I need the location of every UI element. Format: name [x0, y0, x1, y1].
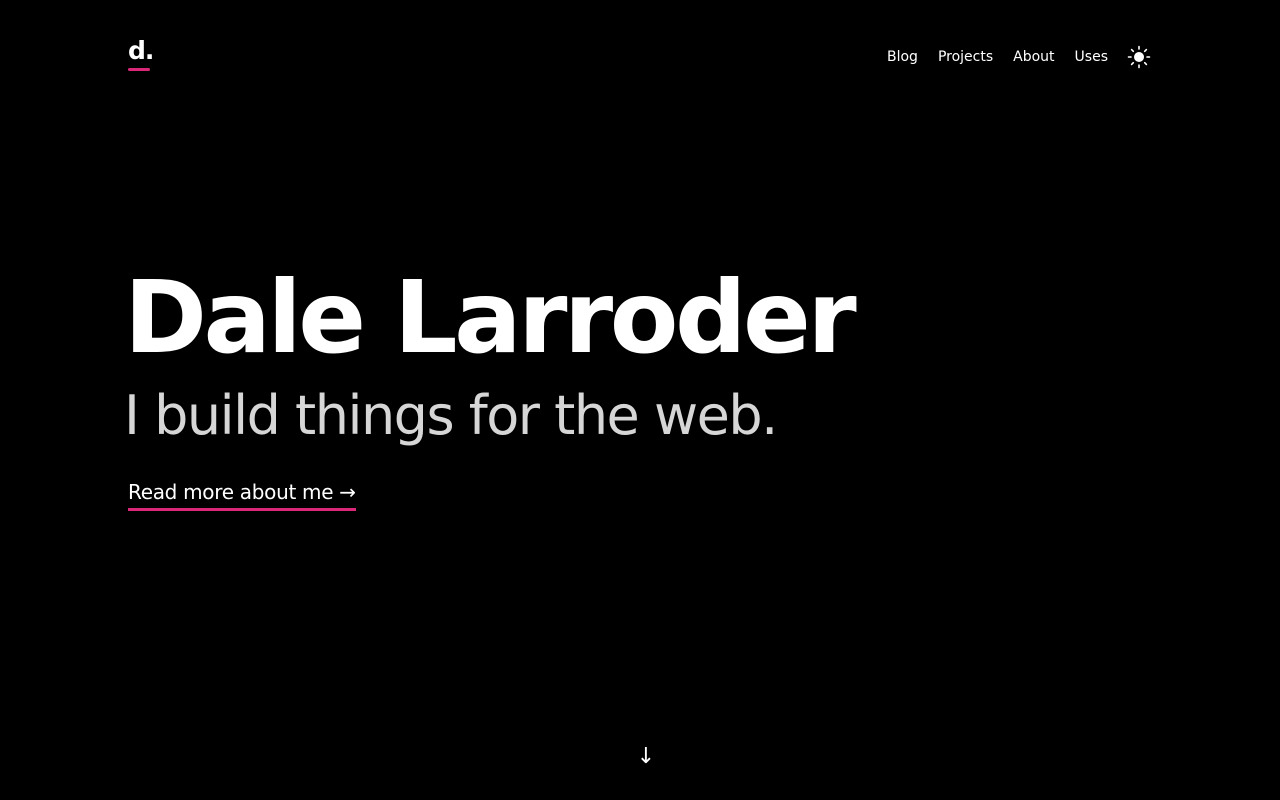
logo-underline	[128, 68, 150, 71]
nav-link-uses[interactable]: Uses	[1075, 36, 1108, 78]
page: d. Blog Projects About Uses Dale Larrode…	[0, 0, 1280, 800]
main-nav: Blog Projects About Uses	[887, 36, 1152, 78]
sun-icon	[1127, 45, 1151, 69]
logo-text: d.	[128, 36, 154, 65]
nav-link-projects[interactable]: Projects	[938, 36, 993, 78]
logo-link[interactable]: d.	[128, 36, 154, 71]
nav-link-blog[interactable]: Blog	[887, 36, 918, 78]
read-more-about-me-link[interactable]: Read more about me →	[128, 478, 356, 511]
hero-section: Dale Larroder I build things for the web…	[124, 255, 1124, 511]
scroll-down-arrow-icon[interactable]: ↓	[636, 742, 656, 772]
nav-link-about[interactable]: About	[1013, 36, 1054, 78]
site-header: d. Blog Projects About Uses	[128, 36, 1152, 80]
hero-tagline: I build things for the web.	[124, 384, 778, 447]
theme-toggle-button[interactable]	[1126, 44, 1152, 70]
hero-name: Dale Larroder	[124, 259, 857, 376]
